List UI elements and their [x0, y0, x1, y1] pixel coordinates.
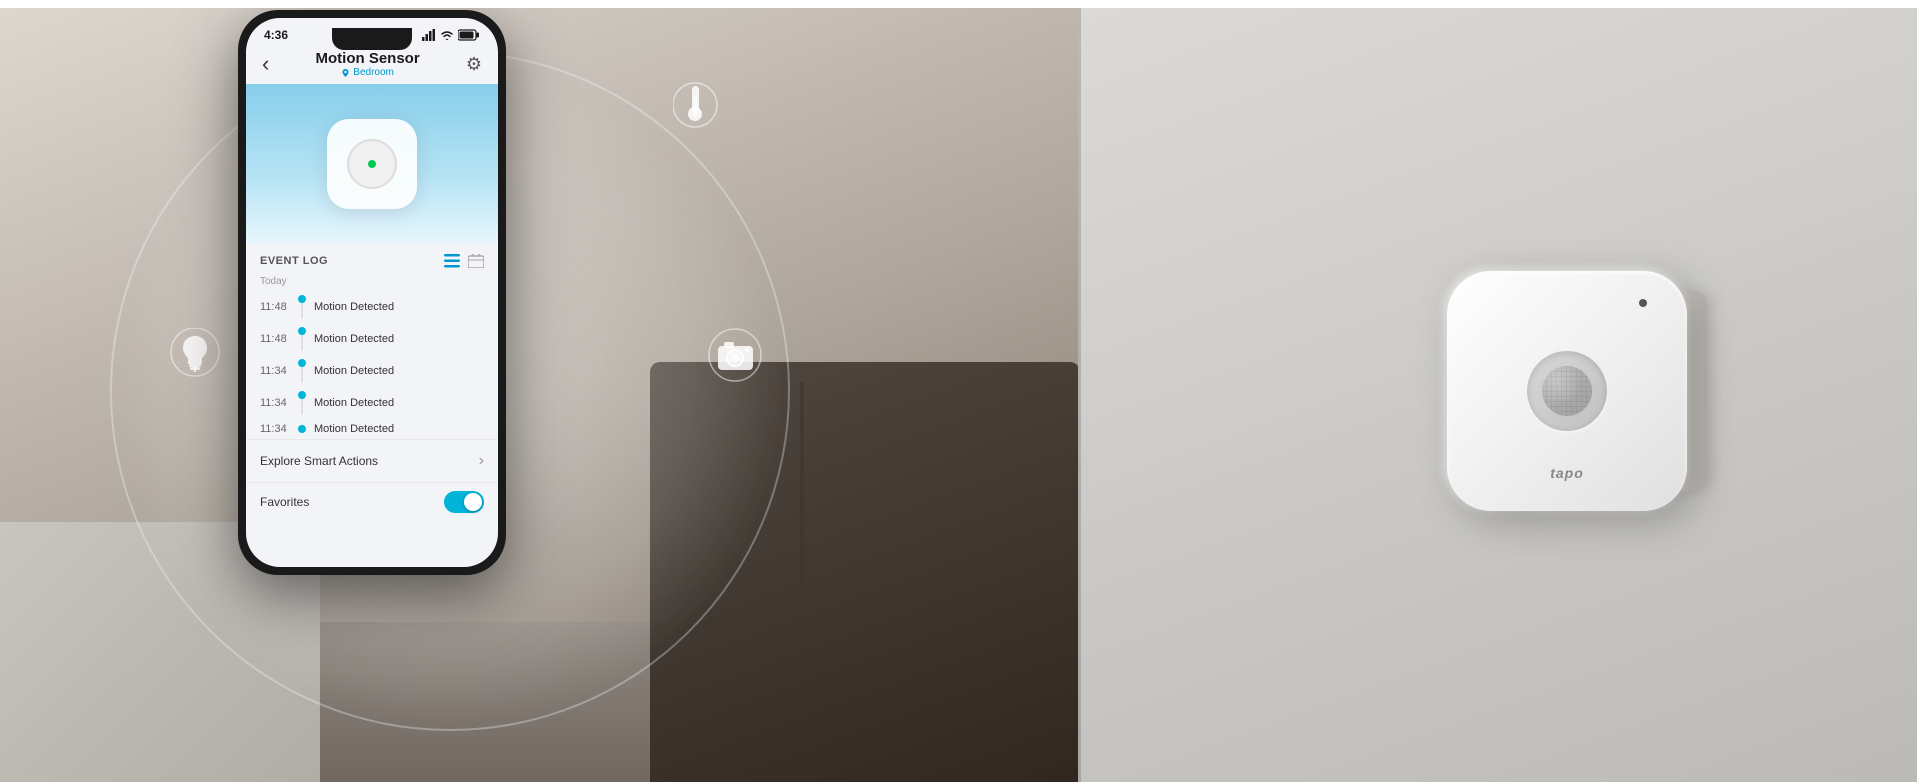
location-icon	[341, 68, 350, 77]
event-time-1: 11:48	[260, 301, 290, 313]
event-time-3: 11:34	[260, 365, 290, 377]
event-dot-2	[298, 327, 306, 335]
branch-decor	[800, 382, 804, 582]
device-led	[1639, 299, 1647, 307]
event-label-3: Motion Detected	[314, 365, 394, 377]
smart-actions-label: Explore Smart Actions	[260, 454, 378, 468]
phone-frame: 4:36	[238, 10, 506, 575]
sensor-grid-detail	[1542, 366, 1592, 416]
back-button[interactable]: ‹	[262, 51, 269, 77]
event-date-label: Today	[260, 276, 484, 287]
event-label-2: Motion Detected	[314, 333, 394, 345]
event-row-5: 11:34 Motion Detected	[260, 419, 484, 439]
status-bar: 4:36	[246, 18, 498, 46]
settings-button[interactable]: ⚙	[466, 54, 482, 75]
device-body: tapo	[1447, 271, 1687, 511]
thermometer-icon	[660, 70, 730, 140]
event-dot-1	[298, 295, 306, 303]
nav-bar: ‹ Motion Sensor Bedroom ⚙	[246, 46, 498, 84]
top-bar	[0, 0, 1917, 8]
event-row-4: 11:34 Motion Detected	[260, 387, 484, 419]
notch	[332, 28, 412, 50]
location-label: Bedroom	[353, 67, 394, 78]
event-line-1	[301, 303, 303, 319]
sensor-device-icon	[327, 119, 417, 209]
event-log-header: EVENT LOG	[260, 254, 484, 268]
nav-title-area: Motion Sensor Bedroom	[316, 50, 420, 78]
events-list: 11:48 Motion Detected 11:48 Motion Detec…	[260, 291, 484, 439]
nav-title: Motion Sensor	[316, 50, 420, 67]
event-line-3	[301, 367, 303, 383]
list-view-icon[interactable]	[444, 254, 460, 268]
event-dot-5	[298, 425, 306, 433]
sensor-circle	[347, 139, 397, 189]
device-brand-logo: tapo	[1550, 465, 1584, 481]
event-label-1: Motion Detected	[314, 301, 394, 313]
smart-actions-row[interactable]: Explore Smart Actions ›	[246, 439, 498, 482]
event-line-2	[301, 335, 303, 351]
favorites-label: Favorites	[260, 495, 309, 509]
status-time: 4:36	[264, 28, 288, 42]
signal-bars-icon	[422, 29, 436, 41]
event-row-3: 11:34 Motion Detected	[260, 355, 484, 387]
event-dot-4	[298, 391, 306, 399]
wifi-icon	[440, 30, 454, 41]
event-time-2: 11:48	[260, 333, 290, 345]
event-row-2: 11:48 Motion Detected	[260, 323, 484, 355]
status-icons	[422, 29, 480, 41]
event-dot-3	[298, 359, 306, 367]
wall-divider	[1078, 0, 1081, 782]
toggle-knob	[464, 493, 482, 511]
tapo-device-container: tapo	[1447, 271, 1687, 511]
favorites-toggle[interactable]	[444, 491, 484, 513]
event-log-section: EVENT LOG Today	[246, 244, 498, 439]
camera-icon	[700, 320, 770, 390]
battery-icon	[458, 29, 480, 41]
sensor-status-dot	[368, 160, 376, 168]
phone-screen: 4:36	[246, 18, 498, 567]
favorites-row: Favorites	[246, 482, 498, 521]
event-label-5: Motion Detected	[314, 423, 394, 435]
event-label-4: Motion Detected	[314, 397, 394, 409]
smart-actions-arrow: ›	[479, 452, 484, 470]
event-line-4	[301, 399, 303, 415]
event-time-5: 11:34	[260, 423, 290, 435]
bulb-icon	[160, 320, 230, 390]
event-log-view-toggle[interactable]	[444, 254, 484, 268]
event-log-title: EVENT LOG	[260, 255, 328, 267]
calendar-view-icon[interactable]	[468, 254, 484, 268]
hero-area	[246, 84, 498, 244]
device-sensor-lens	[1527, 351, 1607, 431]
nav-subtitle: Bedroom	[316, 67, 420, 78]
event-row-1: 11:48 Motion Detected	[260, 291, 484, 323]
event-time-4: 11:34	[260, 397, 290, 409]
